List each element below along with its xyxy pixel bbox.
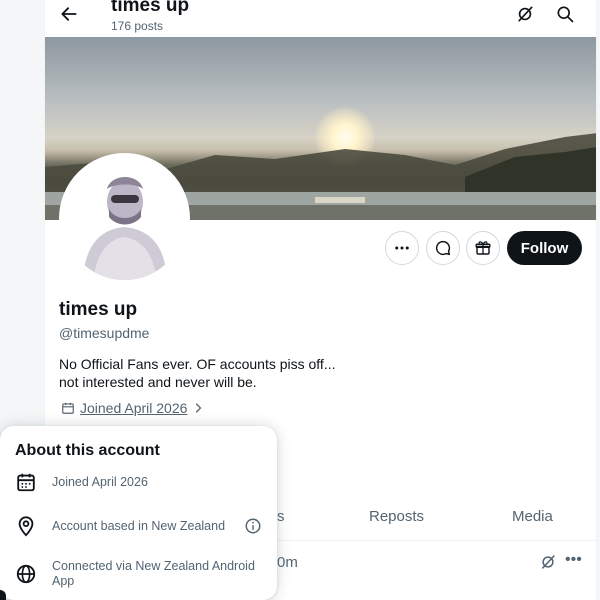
back-arrow-icon[interactable] [59,4,79,24]
avatar-figure [63,157,186,280]
card-connected-line2: App [52,574,75,588]
more-button[interactable] [385,231,419,265]
card-based: Account based in New Zealand [52,519,226,533]
card-joined: Joined April 2026 [52,475,148,489]
top-header: times up 176 posts [45,0,596,37]
location-icon [18,516,34,537]
post-timestamp: 0m [277,554,298,571]
header-name: times up [111,0,190,16]
tab-replies-partial[interactable]: s [277,508,285,525]
grok-icon[interactable] [515,4,535,24]
message-button[interactable] [426,231,460,265]
header-post-count: 176 posts [111,19,164,33]
chevron-right-icon [196,403,202,413]
page: times up 176 posts Follow times up @time… [0,0,600,600]
message-icon [435,240,451,256]
info-icon[interactable] [244,517,262,535]
tab-media[interactable]: Media [512,508,553,525]
card-title: About this account [15,442,160,459]
profile-bio-line1: No Official Fans ever. OF accounts piss … [59,356,336,372]
joined-text[interactable]: Joined April 2026 [80,400,187,416]
more-icon [395,246,409,250]
follow-button[interactable]: Follow [507,231,582,265]
globe-icon [16,564,36,584]
profile-name: times up [59,299,138,320]
subscribe-icon [475,241,491,255]
card-connected-line1: Connected via New Zealand Android [52,559,255,573]
tab-reposts[interactable]: Reposts [369,508,424,525]
profile-bio-line2: not interested and never will be. [59,374,257,390]
joined-link[interactable]: Joined April 2026 [61,400,204,416]
grok-icon[interactable] [539,553,557,571]
post-more-button[interactable]: ••• [565,551,582,569]
profile-handle: @timesupdme [59,325,150,341]
about-account-card: About this account Joined April 2026 Acc… [0,426,277,600]
calendar-icon [17,473,35,492]
search-icon[interactable] [555,4,575,24]
profile-avatar[interactable] [59,153,190,284]
calendar-icon [62,402,74,414]
subscribe-button[interactable] [466,231,500,265]
